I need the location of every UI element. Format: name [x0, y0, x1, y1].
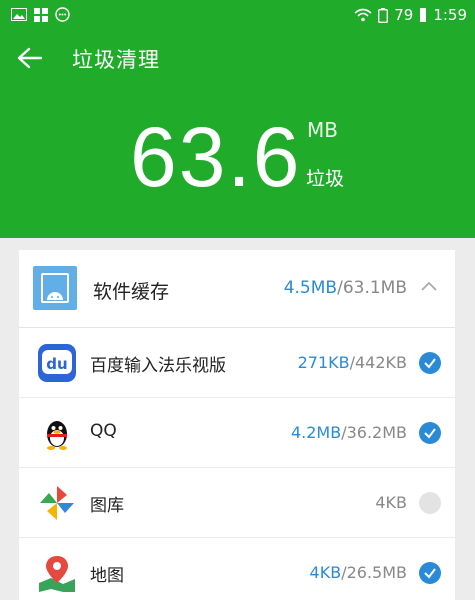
- junk-label: 垃圾: [306, 168, 345, 190]
- checkbox-checked[interactable]: [419, 352, 441, 374]
- gallery-pinwheel-icon: [40, 486, 74, 520]
- list-item[interactable]: du 百度输入法乐视版 271KB/442KB: [19, 328, 455, 398]
- back-arrow-icon: [17, 47, 43, 69]
- app-selected-size: 271KB: [297, 353, 350, 372]
- wifi-icon: [354, 8, 372, 22]
- image-icon: [11, 8, 27, 21]
- page-title: 垃圾清理: [72, 48, 160, 72]
- list-item[interactable]: QQ 4.2MB/36.2MB: [19, 398, 455, 468]
- junk-size-value: 63.6: [130, 110, 302, 204]
- status-bar: 79 1:59: [0, 0, 475, 30]
- app-total-size: 442KB: [354, 353, 407, 372]
- app-name: QQ: [90, 421, 117, 441]
- battery-level: 79: [394, 6, 414, 24]
- chat-bubble-icon: [55, 7, 70, 22]
- clock: 1:59: [433, 6, 467, 24]
- section-title: 软件缓存: [93, 281, 170, 303]
- junk-size-unit: MB: [307, 118, 338, 142]
- app-size: 271KB/442KB: [298, 353, 407, 372]
- app-size: 4KB: [375, 493, 407, 512]
- battery-icon: [378, 7, 389, 23]
- section-selected-size: 4.5MB: [283, 278, 338, 298]
- app-name: 百度输入法乐视版: [90, 356, 226, 376]
- checkbox-checked[interactable]: [419, 422, 441, 444]
- status-right-icons: 79 1:59: [354, 5, 467, 25]
- section-size: 4.5MB/63.1MB: [284, 278, 407, 298]
- list-item[interactable]: 图库 4KB: [19, 468, 455, 538]
- checkbox-unchecked[interactable]: [419, 492, 441, 514]
- app-name: 图库: [90, 496, 124, 516]
- software-cache-section[interactable]: 软件缓存 4.5MB/63.1MB: [19, 250, 455, 328]
- checkbox-checked[interactable]: [419, 562, 441, 584]
- back-button[interactable]: [14, 44, 46, 72]
- app-selected-size: 4.2MB: [290, 423, 342, 442]
- apps-grid-icon: [34, 7, 48, 22]
- qq-penguin-icon: [47, 421, 67, 450]
- app-size: 4KB/26.5MB: [310, 563, 407, 582]
- junk-list-card: 软件缓存 4.5MB/63.1MB du 百度输入法乐视版 271KB/442K…: [19, 250, 455, 600]
- android-package-icon: [33, 266, 77, 310]
- toolbar: 垃圾清理: [0, 36, 475, 80]
- app-selected-size: 4KB: [309, 563, 342, 582]
- app-total-size: 4KB: [375, 493, 407, 512]
- svg-text:du: du: [46, 355, 67, 373]
- map-pin-icon: [39, 556, 75, 592]
- app-total-size: 36.2MB: [346, 423, 407, 442]
- list-item[interactable]: 地图 4KB/26.5MB: [19, 538, 455, 600]
- charging-icon: [420, 8, 427, 22]
- section-total-size: 63.1MB: [342, 278, 407, 298]
- app-name: 地图: [90, 566, 124, 586]
- baidu-input-icon: du: [38, 344, 76, 382]
- app-total-size: 26.5MB: [346, 563, 407, 582]
- status-left-icons: [11, 7, 70, 22]
- chevron-up-icon[interactable]: [419, 278, 439, 294]
- app-size: 4.2MB/36.2MB: [291, 423, 407, 442]
